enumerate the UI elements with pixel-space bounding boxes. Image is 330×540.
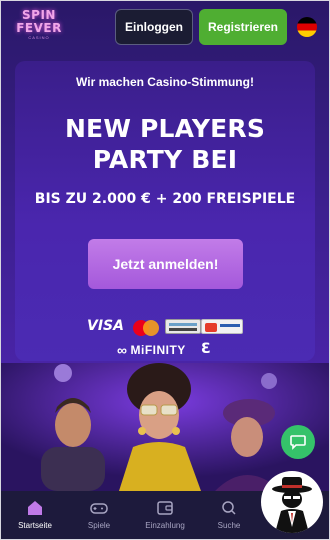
header: SPIN FEVER CASINO Einloggen Registrieren (1, 1, 329, 53)
e-wallet-logo: Ɛ (201, 341, 211, 357)
headline-line-1: NEW PLAYERS (64, 114, 266, 143)
nav-label-home: Startseite (18, 521, 52, 530)
signup-now-button[interactable]: Jetzt anmelden! (88, 239, 243, 289)
login-button[interactable]: Einloggen (115, 9, 193, 45)
mifinity-text: MiFINITY (130, 343, 186, 357)
visa-logo: VISA (87, 318, 124, 334)
nav-label-deposit: Einzahlung (145, 521, 185, 530)
promo-headline: NEW PLAYERS PARTY BEI (15, 113, 315, 175)
promo-tagline: Wir machen Casino-Stimmung! (76, 75, 254, 89)
mastercard-icon (133, 320, 159, 336)
infinity-icon: ∞ (117, 342, 128, 358)
app-frame: SPIN FEVER CASINO Einloggen Registrieren… (0, 0, 330, 540)
nav-label-games: Spiele (87, 521, 111, 530)
germany-flag-icon[interactable] (297, 17, 317, 37)
payment-methods-row-2: ∞ MiFINITY Ɛ (15, 341, 315, 359)
chat-bubble-icon (290, 435, 306, 450)
live-chat-button[interactable] (281, 425, 315, 459)
nav-item-deposit[interactable]: Einzahlung (135, 497, 195, 537)
promo-card: Wir machen Casino-Stimmung! NEW PLAYERS … (15, 61, 315, 361)
logo-text-spin: SPIN (22, 8, 56, 22)
nav-label-search: Suche (217, 521, 241, 530)
promo-bonus-text: BIS ZU 2.000 € + 200 FREISPIELE (34, 191, 296, 207)
spin-fever-logo[interactable]: SPIN FEVER CASINO (13, 9, 65, 47)
logo-text-casino: CASINO (28, 35, 50, 40)
register-button[interactable]: Registrieren (199, 9, 287, 45)
wallet-icon (157, 501, 173, 515)
gamepad-icon (90, 503, 108, 514)
hat-agent-mascot-icon (272, 477, 312, 533)
mifinity-logo: ∞ MiFINITY (117, 343, 186, 357)
headline-line-2: PARTY BEI (92, 145, 238, 174)
nav-item-games[interactable]: Spiele (69, 497, 129, 537)
bank-transfer-badge-icon (165, 319, 201, 334)
home-icon (28, 501, 42, 515)
instant-banking-badge-icon (201, 319, 243, 334)
logo-text-fever: FEVER (16, 21, 62, 35)
nav-item-search[interactable]: Suche (199, 497, 259, 537)
nav-item-home[interactable]: Startseite (5, 497, 65, 537)
casino-agent-mascot[interactable] (261, 471, 323, 533)
payment-methods-row: VISA (15, 317, 315, 337)
search-icon (222, 501, 236, 515)
